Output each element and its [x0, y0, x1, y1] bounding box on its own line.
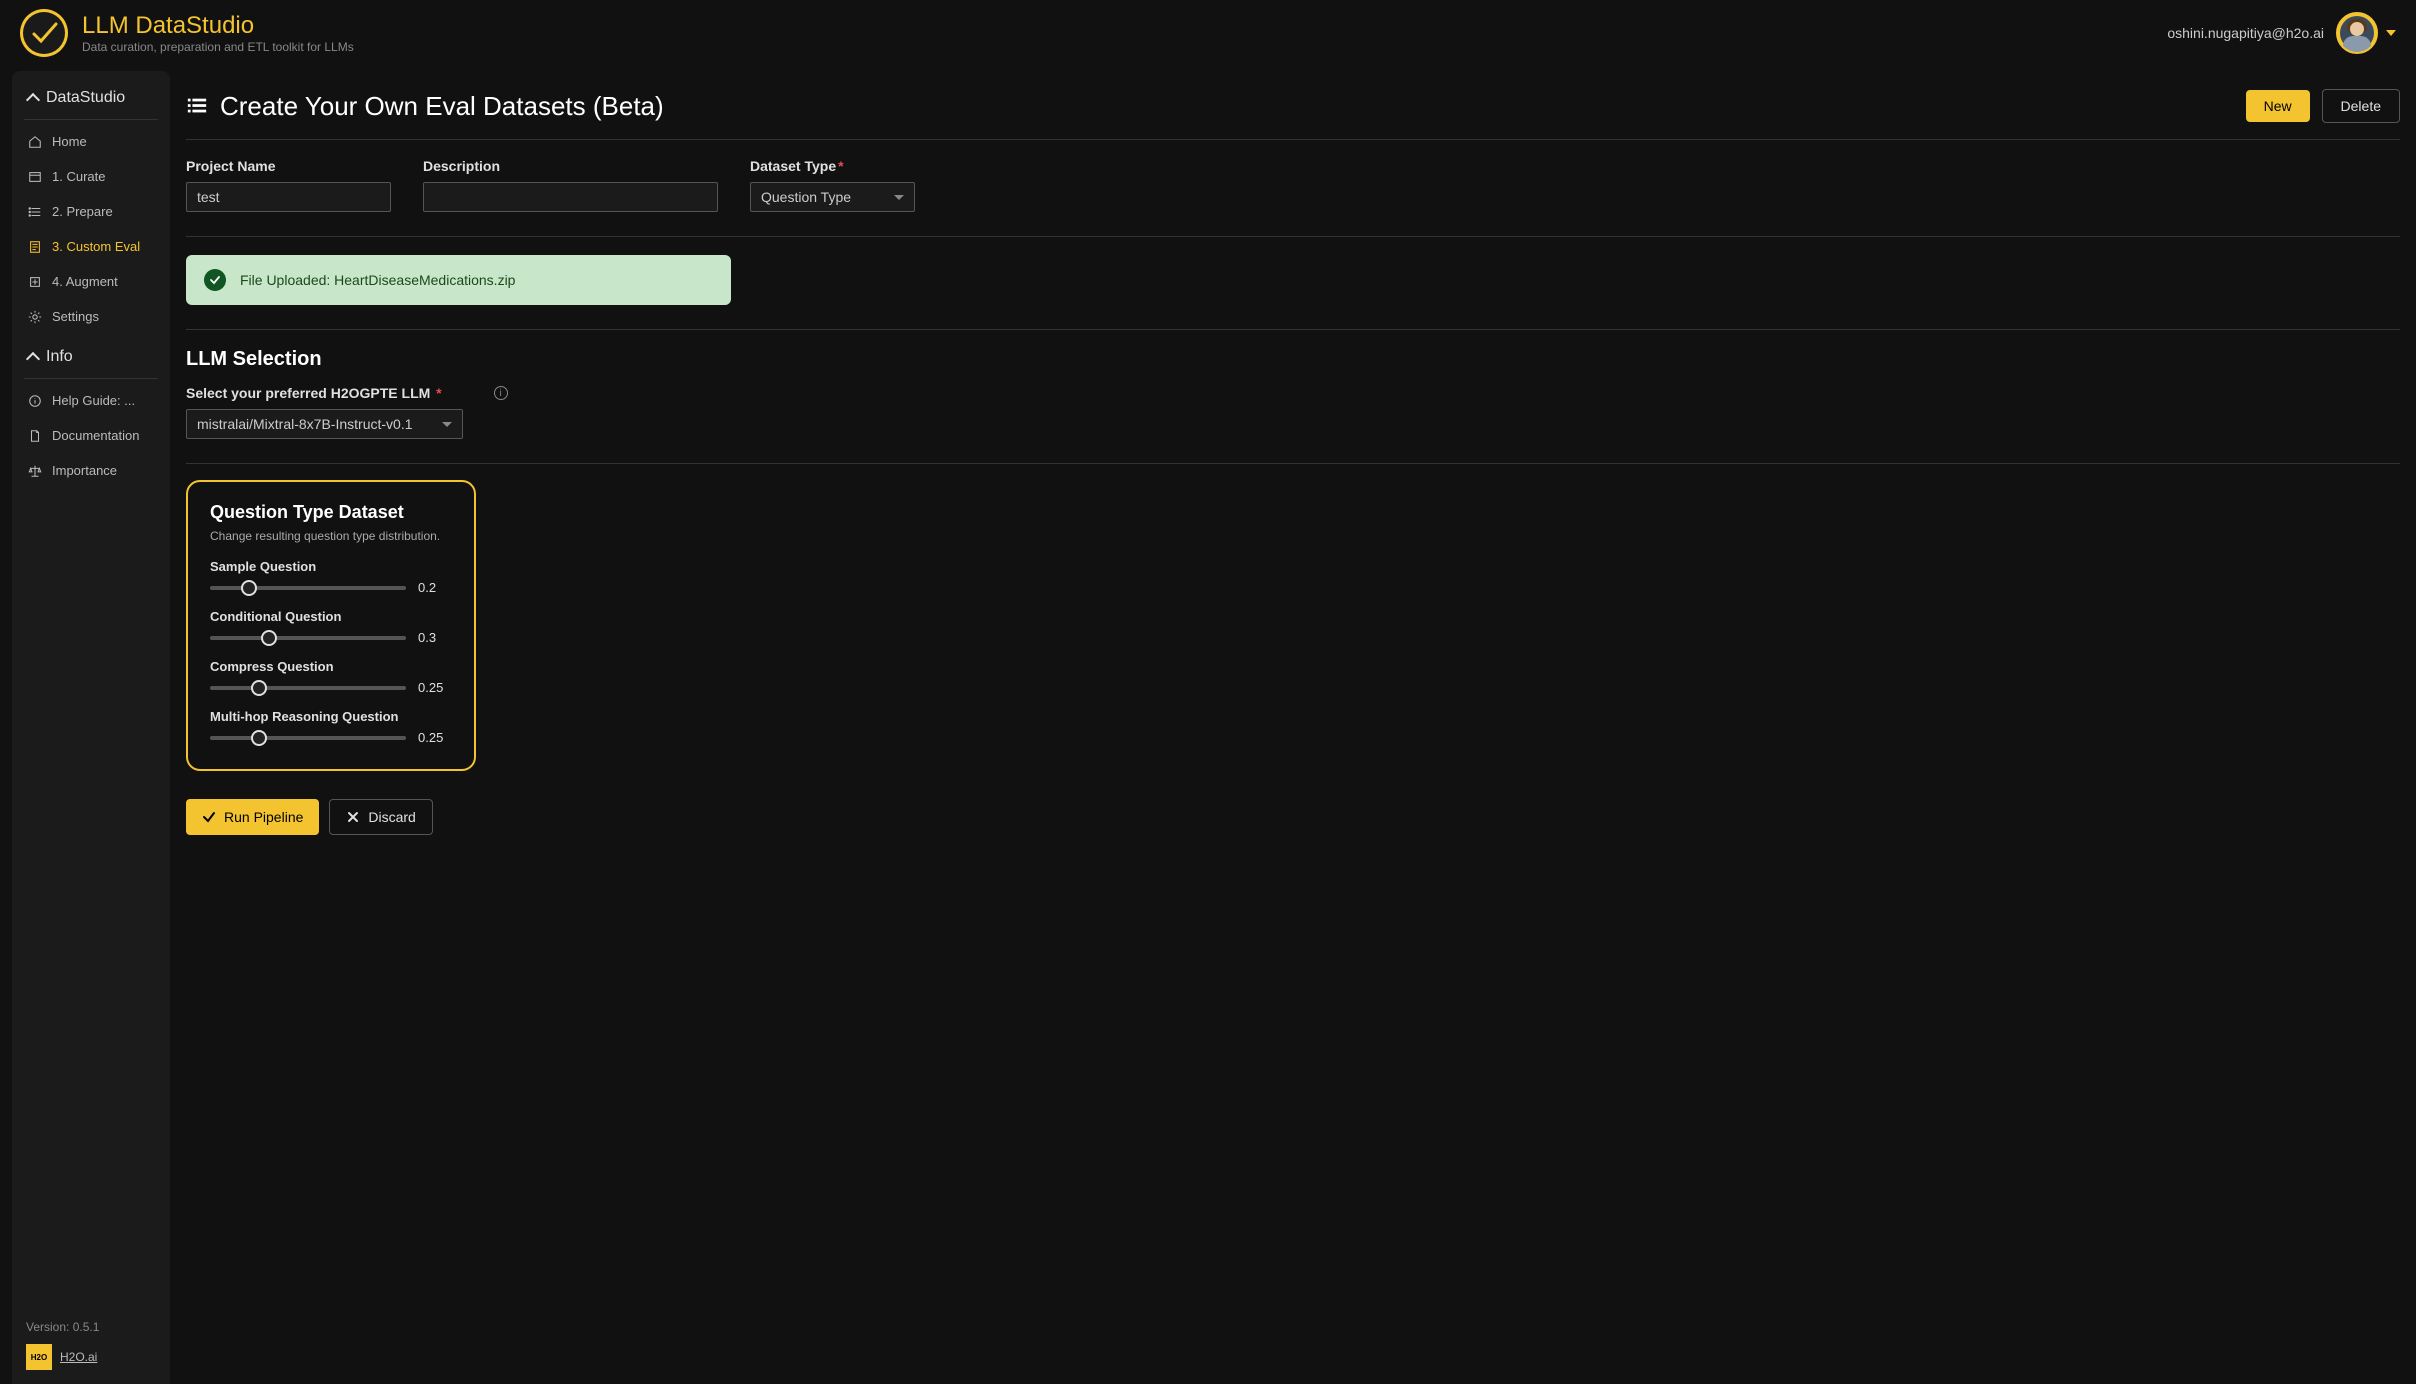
run-pipeline-label: Run Pipeline — [224, 809, 303, 825]
slider-thumb[interactable] — [261, 630, 277, 646]
run-pipeline-button[interactable]: Run Pipeline — [186, 799, 319, 835]
description-input[interactable] — [423, 182, 718, 212]
sidebar-item-label: Importance — [52, 463, 117, 478]
scale-icon — [28, 464, 42, 478]
sidebar-item-settings[interactable]: Settings — [12, 299, 170, 334]
slider-track[interactable] — [210, 736, 406, 740]
dataset-type-select[interactable]: Question Type — [750, 182, 915, 212]
sidebar-item-docs[interactable]: Documentation — [12, 418, 170, 453]
check-circle-icon — [204, 269, 226, 291]
project-name-label: Project Name — [186, 158, 391, 174]
sidebar-footer: Version: 0.5.1 H2O H2O.ai — [12, 1320, 170, 1384]
doc-icon — [28, 429, 42, 443]
slider-label: Compress Question — [210, 659, 452, 674]
discard-label: Discard — [368, 809, 415, 825]
brand-block: LLM DataStudio Data curation, preparatio… — [82, 12, 354, 54]
new-button[interactable]: New — [2246, 90, 2310, 122]
llm-select-label: Select your preferred H2OGPTE LLM * — [186, 385, 442, 401]
sidebar-item-label: 1. Curate — [52, 169, 105, 184]
sidebar-section-label: Info — [46, 348, 73, 366]
slider-thumb[interactable] — [251, 680, 267, 696]
sidebar-item-label: Documentation — [52, 428, 139, 443]
llm-select-value: mistralai/Mixtral-8x7B-Instruct-v0.1 — [197, 416, 413, 432]
sidebar-item-label: Home — [52, 134, 87, 149]
slider-track[interactable] — [210, 586, 406, 590]
slider-conditional-question: Conditional Question 0.3 — [210, 609, 452, 645]
close-icon — [346, 810, 360, 824]
version-text: Version: 0.5.1 — [26, 1320, 156, 1334]
h2o-link[interactable]: H2O.ai — [60, 1350, 97, 1364]
h2o-logo-icon: H2O — [26, 1344, 52, 1370]
page-title: Create Your Own Eval Datasets (Beta) — [220, 91, 664, 122]
app-logo — [20, 9, 68, 57]
slider-track[interactable] — [210, 686, 406, 690]
info-icon — [28, 394, 42, 408]
brand-title: LLM DataStudio — [82, 12, 354, 40]
alert-text: File Uploaded: HeartDiseaseMedications.z… — [240, 272, 515, 288]
slider-value: 0.25 — [418, 730, 452, 745]
project-name-input[interactable] — [186, 182, 391, 212]
sidebar-item-help[interactable]: Help Guide: ... — [12, 383, 170, 418]
question-type-card: Question Type Dataset Change resulting q… — [186, 480, 476, 771]
gear-icon — [28, 310, 42, 324]
upload-success-alert: File Uploaded: HeartDiseaseMedications.z… — [186, 255, 731, 305]
info-icon[interactable]: i — [494, 386, 508, 400]
delete-button[interactable]: Delete — [2322, 89, 2400, 123]
slider-value: 0.3 — [418, 630, 452, 645]
sidebar-item-label: 3. Custom Eval — [52, 239, 140, 254]
home-icon — [28, 135, 42, 149]
chevron-down-icon — [442, 422, 452, 427]
sidebar-item-label: Settings — [52, 309, 99, 324]
slider-value: 0.2 — [418, 580, 452, 595]
list-icon — [28, 205, 42, 219]
page-heading: Create Your Own Eval Datasets (Beta) — [186, 91, 664, 122]
sidebar-item-prepare[interactable]: 2. Prepare — [12, 194, 170, 229]
slider-multihop-question: Multi-hop Reasoning Question 0.25 — [210, 709, 452, 745]
chevron-up-icon — [26, 352, 40, 366]
llm-select[interactable]: mistralai/Mixtral-8x7B-Instruct-v0.1 — [186, 409, 463, 439]
question-type-title: Question Type Dataset — [210, 502, 452, 523]
sidebar-item-label: Help Guide: ... — [52, 393, 135, 408]
slider-thumb[interactable] — [241, 580, 257, 596]
question-type-subtitle: Change resulting question type distribut… — [210, 529, 452, 543]
augment-icon — [28, 275, 42, 289]
slider-value: 0.25 — [418, 680, 452, 695]
list-icon — [186, 95, 208, 117]
sidebar-item-curate[interactable]: 1. Curate — [12, 159, 170, 194]
user-avatar[interactable] — [2336, 12, 2378, 54]
user-email: oshini.nugapitiya@h2o.ai — [2167, 25, 2324, 41]
discard-button[interactable]: Discard — [329, 799, 432, 835]
chevron-down-icon — [894, 195, 904, 200]
sidebar-section-label: DataStudio — [46, 89, 125, 107]
sidebar-section-info[interactable]: Info — [12, 334, 170, 374]
sidebar-item-augment[interactable]: 4. Augment — [12, 264, 170, 299]
description-label: Description — [423, 158, 718, 174]
sidebar-item-custom-eval[interactable]: 3. Custom Eval — [12, 229, 170, 264]
slider-label: Sample Question — [210, 559, 452, 574]
dataset-type-label: Dataset Type* — [750, 158, 915, 174]
app-header: LLM DataStudio Data curation, preparatio… — [0, 0, 2416, 65]
slider-sample-question: Sample Question 0.2 — [210, 559, 452, 595]
slider-compress-question: Compress Question 0.25 — [210, 659, 452, 695]
sidebar-item-importance[interactable]: Importance — [12, 453, 170, 488]
slider-track[interactable] — [210, 636, 406, 640]
h2o-badge[interactable]: H2O H2O.ai — [26, 1344, 156, 1370]
eval-icon — [28, 240, 42, 254]
chevron-up-icon — [26, 93, 40, 107]
check-icon — [202, 810, 216, 824]
slider-label: Multi-hop Reasoning Question — [210, 709, 452, 724]
sidebar-item-home[interactable]: Home — [12, 124, 170, 159]
llm-section-title: LLM Selection — [186, 348, 2400, 371]
dataset-type-value: Question Type — [761, 189, 851, 205]
slider-label: Conditional Question — [210, 609, 452, 624]
sidebar-item-label: 4. Augment — [52, 274, 118, 289]
sidebar-section-datastudio[interactable]: DataStudio — [12, 75, 170, 115]
brand-subtitle: Data curation, preparation and ETL toolk… — [82, 40, 354, 54]
slider-thumb[interactable] — [251, 730, 267, 746]
curate-icon — [28, 170, 42, 184]
sidebar: DataStudio Home 1. Curate 2. Prepare 3 — [12, 71, 170, 1384]
main-content: Create Your Own Eval Datasets (Beta) New… — [170, 65, 2416, 1384]
sidebar-item-label: 2. Prepare — [52, 204, 113, 219]
user-menu-caret-icon[interactable] — [2386, 30, 2396, 36]
